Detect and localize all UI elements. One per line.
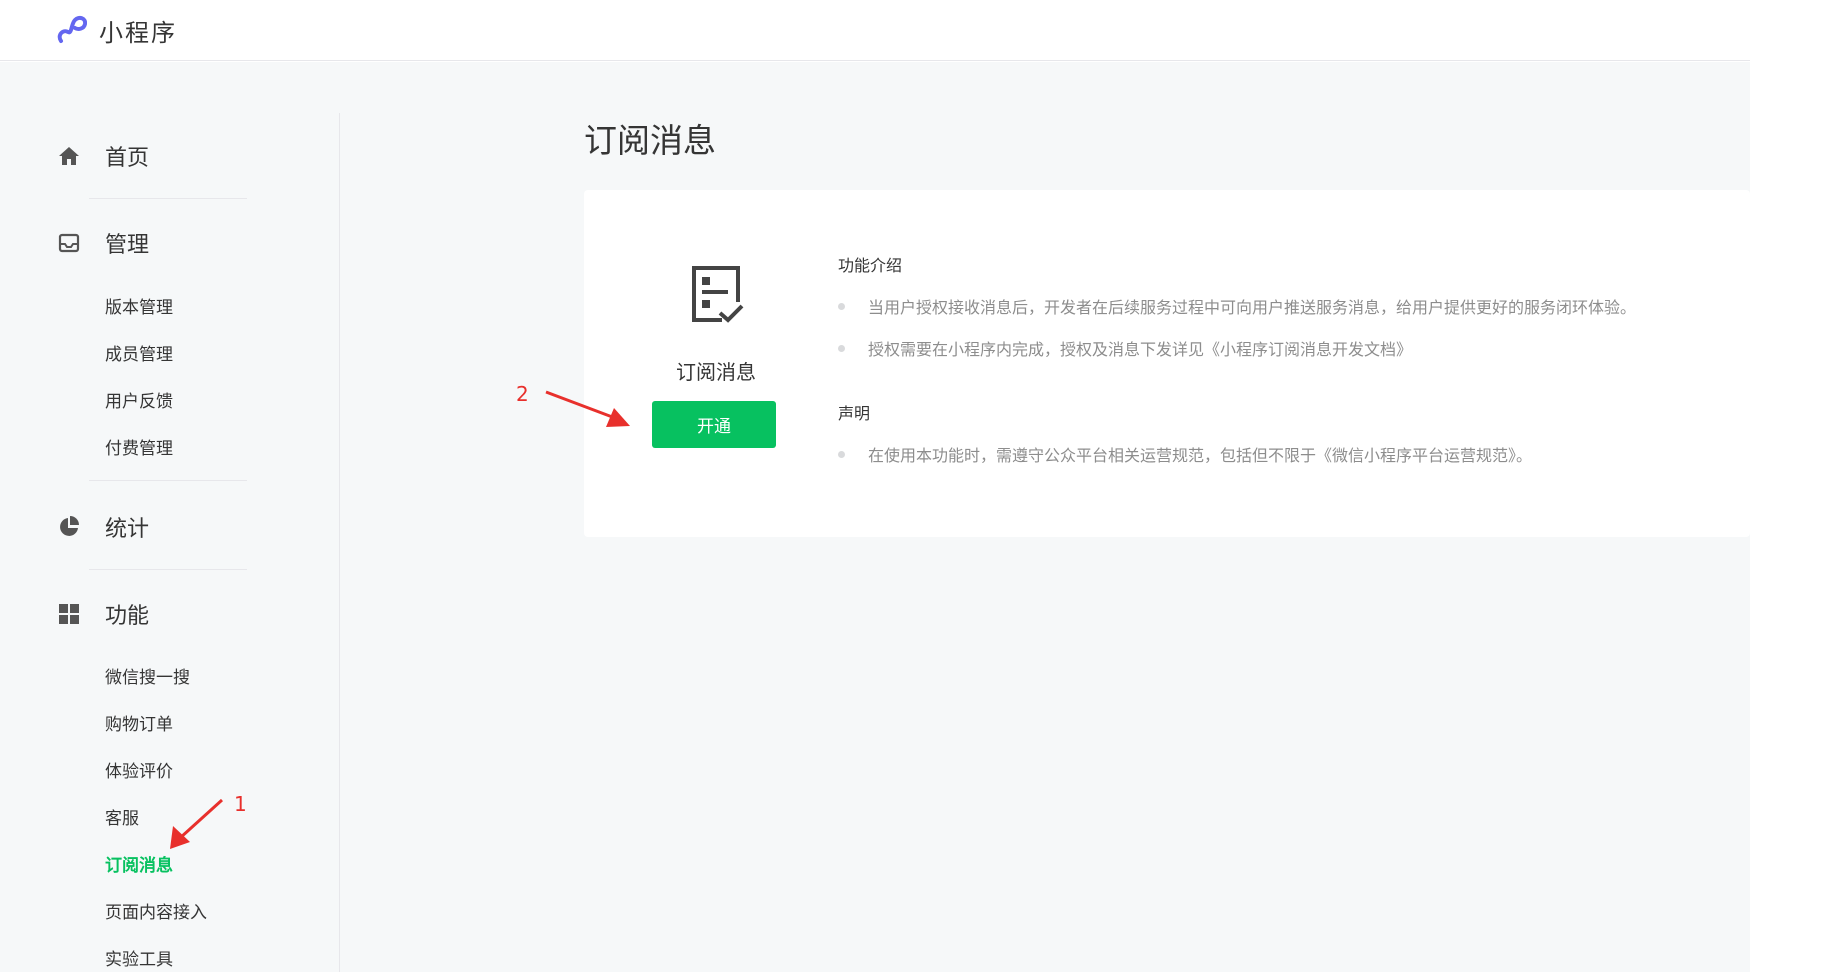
sidebar-item-label: 功能	[105, 604, 150, 629]
bullet-text[interactable]: 在使用本功能时，需遵守公众平台相关运营规范，包括但不限于《微信小程序平台运营规范…	[868, 442, 1532, 466]
enable-button[interactable]: 开通	[652, 401, 776, 448]
list-item: 在使用本功能时，需遵守公众平台相关运营规范，包括但不限于《微信小程序平台运营规范…	[838, 442, 1532, 466]
subscribe-message-card: 订阅消息 开通 功能介绍 当用户授权接收消息后，开发者在后续服务过程中可向用户推…	[584, 190, 1750, 537]
section-title-intro: 功能介绍	[838, 256, 903, 275]
sidebar-item-user-feedback[interactable]: 用户反馈	[105, 390, 173, 414]
list-item: 当用户授权接收消息后，开发者在后续服务过程中可向用户推送服务消息，给用户提供更好…	[838, 294, 1636, 318]
sidebar-divider	[89, 198, 247, 199]
page-title: 订阅消息	[584, 121, 716, 160]
home-icon	[57, 144, 81, 168]
grid-icon	[57, 602, 81, 626]
app-name[interactable]: 小程序	[99, 13, 177, 48]
sidebar-group-manage[interactable]: 管理	[57, 228, 149, 258]
top-bar: 小程序	[0, 0, 1750, 61]
inbox-icon	[57, 231, 81, 255]
sidebar-item-version-management[interactable]: 版本管理	[105, 296, 173, 320]
miniprogram-logo-icon[interactable]	[57, 13, 87, 47]
sidebar-item-page-content-access[interactable]: 页面内容接入	[105, 901, 207, 925]
sidebar-item-statistics[interactable]: 统计	[57, 512, 149, 542]
sidebar-item-customer-service[interactable]: 客服	[105, 807, 139, 831]
section-title-statement: 声明	[838, 404, 871, 423]
annotation-label-2: 2	[516, 382, 529, 406]
list-item: 授权需要在小程序内完成，授权及消息下发详见《小程序订阅消息开发文档》	[838, 336, 1412, 360]
bullet-dot-icon	[838, 302, 845, 310]
sidebar-item-label: 统计	[105, 517, 150, 542]
sidebar-item-payment-management[interactable]: 付费管理	[105, 437, 173, 461]
subscribe-message-icon	[688, 262, 744, 326]
sidebar-item-wechat-search[interactable]: 微信搜一搜	[105, 666, 190, 690]
card-feature-name: 订阅消息	[676, 360, 756, 384]
sidebar-divider	[89, 480, 247, 481]
bullet-dot-icon	[838, 344, 845, 352]
pie-chart-icon	[57, 515, 81, 539]
sidebar-item-member-management[interactable]: 成员管理	[105, 343, 173, 367]
sidebar-item-subscribe-messages[interactable]: 订阅消息	[105, 854, 173, 878]
bullet-text: 当用户授权接收消息后，开发者在后续服务过程中可向用户推送服务消息，给用户提供更好…	[868, 298, 1637, 317]
sidebar-border	[339, 113, 340, 972]
sidebar-item-experiment-tools[interactable]: 实验工具	[105, 948, 173, 972]
sidebar-item-home[interactable]: 首页	[57, 141, 149, 171]
annotation-label-1: 1	[234, 792, 247, 816]
sidebar-item-label: 首页	[105, 146, 150, 171]
sidebar-item-label: 管理	[105, 233, 150, 258]
sidebar-item-shopping-orders[interactable]: 购物订单	[105, 713, 173, 737]
sidebar-group-features[interactable]: 功能	[57, 599, 149, 629]
sidebar: 首页 管理 版本管理 成员管理 用户反馈 付费管理 统计 功能 微信搜一搜 购物…	[0, 62, 339, 972]
sidebar-item-experience-rating[interactable]: 体验评价	[105, 760, 173, 784]
sidebar-divider	[89, 569, 247, 570]
bullet-dot-icon	[838, 450, 845, 458]
bullet-text[interactable]: 授权需要在小程序内完成，授权及消息下发详见《小程序订阅消息开发文档》	[868, 336, 1412, 360]
